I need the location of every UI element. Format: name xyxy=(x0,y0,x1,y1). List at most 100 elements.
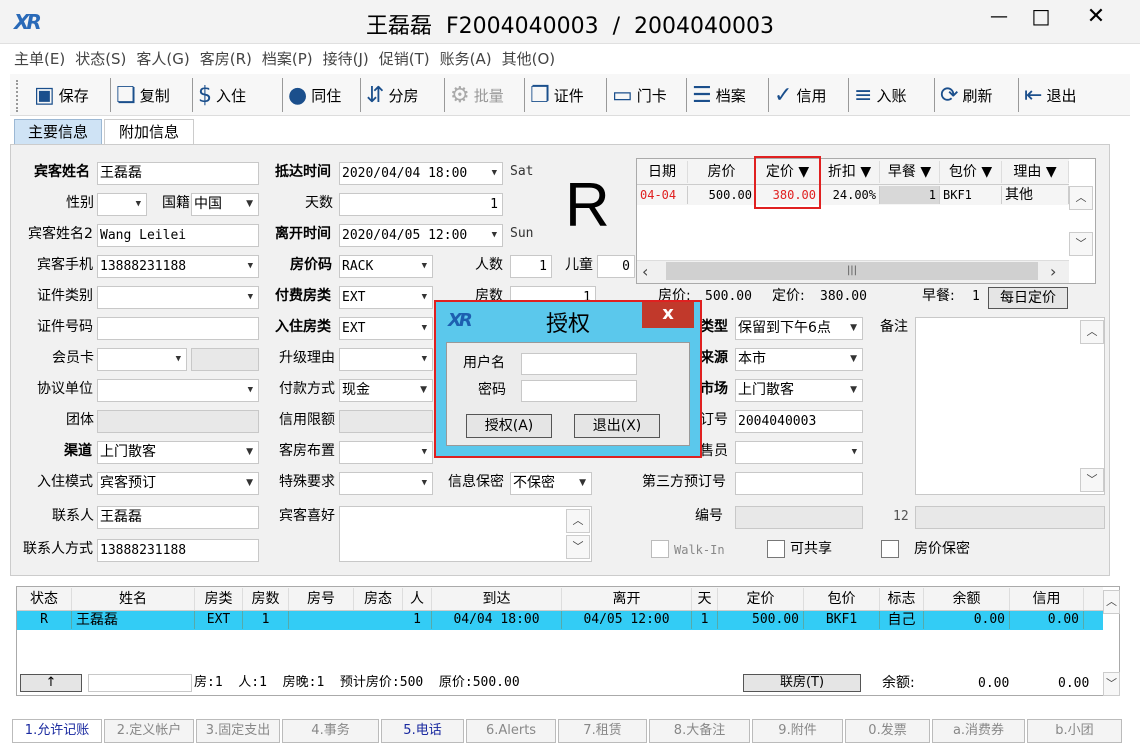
toolbar-button-5[interactable]: ⚙ 批量 xyxy=(450,76,504,114)
special-select[interactable]: ▼ xyxy=(339,472,433,495)
channel-select[interactable]: 上门散客 ▼ xyxy=(97,441,259,464)
pay-room-select[interactable]: EXT ▼ xyxy=(339,286,433,309)
menu-item[interactable]: 主单(E) xyxy=(14,48,65,69)
toolbar-button-4[interactable]: ⇵ 分房 xyxy=(366,76,418,114)
bottom-tab[interactable]: b.小团 xyxy=(1027,719,1122,743)
contact-method-input[interactable]: 13888231188 xyxy=(97,539,259,562)
toolbar-button-12[interactable]: ⇤ 退出 xyxy=(1024,76,1076,114)
arrival-select[interactable]: 2020/04/04 18:00 ▼ xyxy=(339,162,503,185)
list-header-cell[interactable]: 房态 xyxy=(354,588,403,610)
guest-name2-input[interactable]: Wang Leilei xyxy=(97,224,259,247)
list-scroll-down-button[interactable]: ﹀ xyxy=(1103,672,1120,696)
rate-grid-header-cell[interactable]: 理由 ▼ xyxy=(1002,161,1069,183)
list-header-cell[interactable]: 余额 xyxy=(924,588,1010,610)
list-header-cell[interactable]: 定价 xyxy=(718,588,804,610)
res-type-select[interactable]: 保留到下午6点 ▼ xyxy=(735,317,863,340)
list-header-cell[interactable]: 离开 xyxy=(562,588,692,610)
bottom-tab[interactable]: 0.发票 xyxy=(845,719,930,743)
list-header-cell[interactable]: 姓名 xyxy=(72,588,195,610)
tab-main-info[interactable]: 主要信息 xyxy=(14,119,102,144)
walkin-checkbox[interactable] xyxy=(651,540,669,558)
bottom-tab[interactable]: 9.附件 xyxy=(752,719,843,743)
close-window-button[interactable]: ✕ xyxy=(1078,4,1114,29)
menu-item[interactable]: 账务(A) xyxy=(440,48,492,69)
preference-scroll-down-button[interactable]: ﹀ xyxy=(566,535,590,559)
remark-scroll-down-button[interactable]: ﹀ xyxy=(1080,468,1104,492)
id-type-select[interactable]: ▼ xyxy=(97,286,259,309)
privacy-select[interactable]: 不保密 ▼ xyxy=(510,472,592,495)
list-header-cell[interactable]: 包价 xyxy=(804,588,880,610)
menu-item[interactable]: 其他(O) xyxy=(502,48,556,69)
toolbar-button-8[interactable]: ☰ 档案 xyxy=(692,76,746,114)
list-header-cell[interactable]: 到达 xyxy=(432,588,562,610)
bottom-tab[interactable]: 3.固定支出 xyxy=(196,719,280,743)
menu-item[interactable]: 客人(G) xyxy=(136,48,189,69)
menu-item[interactable]: 促销(T) xyxy=(379,48,430,69)
gender-select[interactable]: ▼ xyxy=(97,193,147,216)
market-select[interactable]: 上门散客 ▼ xyxy=(735,379,863,402)
guest-name-input[interactable]: 王磊磊 xyxy=(97,162,259,185)
hscroll-thumb[interactable]: ||| xyxy=(666,262,1038,280)
menu-item[interactable]: 状态(S) xyxy=(75,48,126,69)
days-input[interactable]: 1 xyxy=(339,193,503,216)
remark-textarea[interactable] xyxy=(915,317,1105,495)
toolbar-button-10[interactable]: ≡ 入账 xyxy=(854,76,906,114)
bottom-tab[interactable]: 5.电话 xyxy=(381,719,464,743)
departure-select[interactable]: 2020/04/05 12:00 ▼ xyxy=(339,224,503,247)
auth-cancel-button[interactable]: 退出(X) xyxy=(574,414,660,438)
toolbar-button-3[interactable]: ● 同住 xyxy=(288,76,341,114)
checkin-mode-select[interactable]: 宾客预订 ▼ xyxy=(97,472,259,495)
list-header-cell[interactable]: 状态 xyxy=(17,588,72,610)
rate-grid-header-cell[interactable]: 折扣 ▼ xyxy=(820,161,880,183)
remark-scroll-up-button[interactable]: ︿ xyxy=(1080,320,1104,344)
bottom-tab[interactable]: 6.Alerts xyxy=(466,719,556,743)
share-checkbox[interactable] xyxy=(767,540,785,558)
list-header-cell[interactable]: 信用 xyxy=(1010,588,1084,610)
scroll-right-icon[interactable]: › xyxy=(1050,262,1056,281)
toolbar-button-1[interactable]: ❏ 复制 xyxy=(116,76,170,114)
children-input[interactable]: 0 xyxy=(597,255,635,278)
layout-select[interactable]: ▼ xyxy=(339,441,433,464)
rate-grid-header-cell[interactable]: 日期 xyxy=(637,161,688,183)
third-party-input[interactable] xyxy=(735,472,863,495)
menu-item[interactable]: 接待(J) xyxy=(323,48,369,69)
list-scroll-up-button[interactable]: ︿ xyxy=(1103,590,1120,614)
scroll-left-icon[interactable]: ‹ xyxy=(642,262,648,281)
sales-select[interactable]: ▼ xyxy=(735,441,863,464)
tab-extra-info[interactable]: 附加信息 xyxy=(104,119,194,144)
list-quick-input[interactable] xyxy=(88,674,192,692)
list-header-cell[interactable]: 人 xyxy=(403,588,432,610)
list-header-cell[interactable]: 房号 xyxy=(289,588,354,610)
toolbar-button-6[interactable]: ❐ 证件 xyxy=(530,76,584,114)
rate-code-select[interactable]: RACK ▼ xyxy=(339,255,433,278)
member-select[interactable]: ▼ xyxy=(97,348,187,371)
toolbar-button-11[interactable]: ⟳ 刷新 xyxy=(940,76,992,114)
bottom-tab[interactable]: 7.租赁 xyxy=(558,719,647,743)
rate-grid-header-cell[interactable]: 房价 xyxy=(688,161,756,183)
toolbar-button-2[interactable]: $ 入住 xyxy=(198,76,246,114)
rate-grid-header-cell[interactable]: 包价 ▼ xyxy=(940,161,1002,183)
bottom-tab[interactable]: 1.允许记账 xyxy=(12,719,102,743)
adults-input[interactable]: 1 xyxy=(510,255,552,278)
rate-secret-checkbox[interactable] xyxy=(881,540,899,558)
daily-rate-button[interactable]: 每日定价 xyxy=(988,287,1068,309)
nationality-select[interactable]: 中国 ▼ xyxy=(191,193,259,216)
payment-select[interactable]: 现金 ▼ xyxy=(339,379,433,402)
maximize-button[interactable]: □ xyxy=(1026,4,1056,28)
auth-dialog-close-button[interactable]: x xyxy=(642,302,694,328)
contact-input[interactable]: 王磊磊 xyxy=(97,506,259,529)
source-select[interactable]: 本市 ▼ xyxy=(735,348,863,371)
auth-ok-button[interactable]: 授权(A) xyxy=(466,414,552,438)
toolbar-button-9[interactable]: ✓ 信用 xyxy=(774,76,826,114)
link-room-button[interactable]: 联房(T) xyxy=(743,674,861,692)
toolbar-button-0[interactable]: ▣ 保存 xyxy=(34,76,89,114)
id-no-input[interactable] xyxy=(97,317,259,340)
rate-grid-scroll-down-button[interactable]: ﹀ xyxy=(1069,232,1093,256)
bottom-tab[interactable]: 4.事务 xyxy=(282,719,379,743)
bottom-tab[interactable]: 8.大备注 xyxy=(649,719,750,743)
menu-item[interactable]: 客房(R) xyxy=(200,48,252,69)
list-header-cell[interactable]: 标志 xyxy=(880,588,924,610)
menu-item[interactable]: 档案(P) xyxy=(262,48,313,69)
company-select[interactable]: ▼ xyxy=(97,379,259,402)
toolbar-button-7[interactable]: ▭ 门卡 xyxy=(612,76,667,114)
